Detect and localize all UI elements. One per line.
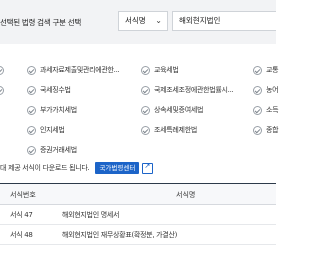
checkbox[interactable] xyxy=(253,65,262,75)
checkbox[interactable] xyxy=(253,105,262,115)
form-number: 서식 47 xyxy=(10,211,33,219)
checkbox-item[interactable]: 교육세법 xyxy=(141,65,179,75)
table-row[interactable]: 서식 47 해외현지법인 명세서 xyxy=(0,205,276,225)
checkbox[interactable] xyxy=(141,125,150,135)
search-type-value: 서식명 xyxy=(125,16,146,25)
table-header: 서식번호 서식명 xyxy=(0,183,276,205)
checkbox-item[interactable]: 상속세및증여세법 xyxy=(141,105,203,115)
checkbox-item[interactable]: 종합 xyxy=(253,125,279,135)
checkbox[interactable] xyxy=(27,65,36,75)
law-center-button[interactable]: 국가법령센터 xyxy=(95,162,140,174)
checkbox-label: 교육세법 xyxy=(154,66,179,74)
checkbox-item[interactable]: 국제조세조정에관한법률시... xyxy=(141,85,234,95)
form-table: 서식번호 서식명 서식 47 해외현지법인 명세서 서식 48 해외현지법인 재… xyxy=(0,183,276,245)
checkbox[interactable] xyxy=(0,66,4,75)
external-link-icon[interactable] xyxy=(142,162,154,174)
checkbox-item[interactable]: 인지세법 xyxy=(27,125,65,135)
column-header-name: 서식명 xyxy=(176,191,196,199)
table-row[interactable]: 서식 48 해외현지법인 재무상황표(확정분, 가결산) xyxy=(0,225,276,245)
checkbox-item[interactable]: 국세징수법 xyxy=(27,85,71,95)
checkbox-label: 상속세및증여세법 xyxy=(154,106,204,114)
checkbox[interactable] xyxy=(141,85,150,95)
checkbox[interactable] xyxy=(253,125,262,135)
law-checkbox-grid: 과세자료제출및관리에관한... 교육세법 교통 국세징수법 국제조세조정에관한법… xyxy=(0,52,279,140)
checkbox-item[interactable]: 교통 xyxy=(253,65,279,75)
checkbox-item[interactable]: 증권거래세법 xyxy=(27,145,77,155)
checkbox-label: 종합 xyxy=(266,126,279,134)
search-type-select[interactable]: 서식명 ⌄ xyxy=(118,11,168,31)
checkbox-label: 소득 xyxy=(266,106,279,114)
checkbox[interactable] xyxy=(27,85,36,95)
search-input[interactable]: 해외현지법인 xyxy=(172,11,276,31)
checkbox-label: 과세자료제출및관리에관한... xyxy=(40,66,120,74)
search-category-label: 선택된 법령 검색 구분 선택 xyxy=(0,18,81,27)
checkbox-label: 증권거래세법 xyxy=(40,146,77,154)
checkbox[interactable] xyxy=(253,85,262,95)
checkbox-label: 교통 xyxy=(266,66,279,74)
checkbox-label: 부가가치세법 xyxy=(40,106,77,114)
search-panel: 선택된 법령 검색 구분 선택 서식명 ⌄ 해외현지법인 xyxy=(0,0,276,44)
checkbox[interactable] xyxy=(27,125,36,135)
chevron-down-icon: ⌄ xyxy=(155,16,162,25)
checkbox-label: 국세징수법 xyxy=(40,86,71,94)
checkbox-item[interactable]: 조세특례제한법 xyxy=(141,125,197,135)
form-number: 서식 48 xyxy=(10,231,33,239)
checkbox-label: 국제조세조정에관한법률시... xyxy=(154,86,234,94)
column-header-number: 서식번호 xyxy=(10,191,36,199)
checkbox-item[interactable]: 부가가치세법 xyxy=(27,105,77,115)
checkbox-item[interactable]: 과세자료제출및관리에관한... xyxy=(27,65,120,75)
checkbox[interactable] xyxy=(141,105,150,115)
checkbox-item[interactable]: 농어 xyxy=(253,85,279,95)
checkbox[interactable] xyxy=(27,105,36,115)
checkbox-item[interactable]: 소득 xyxy=(253,105,279,115)
notice-text: 대 제공 서식이 다운로드 됩니다. xyxy=(0,164,90,172)
checkbox-label: 인지세법 xyxy=(40,126,65,134)
checkbox[interactable] xyxy=(27,145,36,155)
download-notice: 대 제공 서식이 다운로드 됩니다. 국가법령센터 xyxy=(0,161,154,175)
checkbox[interactable] xyxy=(0,86,4,95)
form-name[interactable]: 해외현지법인 명세서 xyxy=(62,205,119,225)
checkbox-label: 조세특례제한법 xyxy=(154,126,197,134)
checkbox[interactable] xyxy=(141,65,150,75)
form-name[interactable]: 해외현지법인 재무상황표(확정분, 가결산) xyxy=(62,225,177,245)
checkbox-label: 농어 xyxy=(266,86,279,94)
